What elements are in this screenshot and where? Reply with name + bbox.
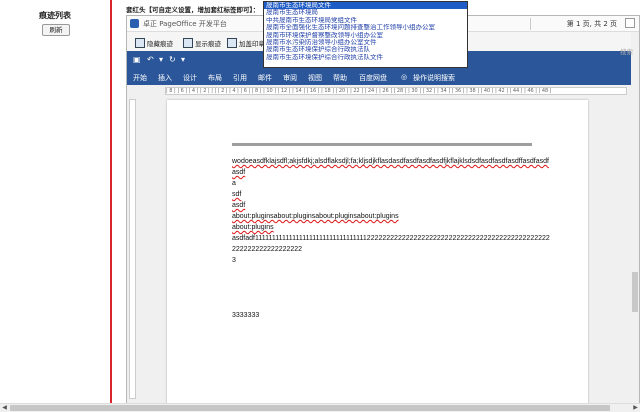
- doc-text: wodoeasdfklajsdfl;akjsfdkj;alsdflaksdjl;…: [232, 158, 549, 176]
- template-option[interactable]: 晟南市生态环境保护综合行政执法队文件: [264, 54, 467, 61]
- tab-layout[interactable]: 布局: [208, 73, 222, 83]
- refresh-button[interactable]: 刷新: [42, 24, 70, 36]
- tab-baidu-netdisk[interactable]: 百度网盘: [359, 73, 387, 83]
- template-option[interactable]: 晟南市环境保护督察整改领导小组办公室: [264, 32, 467, 39]
- doc-paragraph: a: [232, 180, 236, 187]
- seal-icon: [227, 38, 237, 48]
- vertical-ruler: [127, 97, 137, 403]
- horizontal-scrollbar[interactable]: ◀ ▶: [0, 403, 640, 412]
- divider: [530, 18, 531, 30]
- template-option[interactable]: 晟南市生态环境局: [264, 9, 467, 16]
- document-page[interactable]: wodoeasdfklajsdfl;akjsfdkj;alsdflaksdjl;…: [167, 100, 588, 403]
- template-option[interactable]: 晟南市全面强化生态环境问题排查整治工作领导小组办公室: [264, 24, 467, 31]
- doc-paragraph: asdf: [232, 202, 246, 209]
- doc-paragraph: asdfadf111111111111111111111111111111111…: [232, 235, 550, 253]
- template-option[interactable]: 中共晟南市生态环境局党组文件: [264, 17, 467, 24]
- ribbon-tabs: 开始 插入 设计 布局 引用 邮件 审阅 视图 帮助 百度网盘 ◎ 操作说明搜索: [127, 69, 639, 85]
- ruler-scale-vertical: [129, 99, 136, 399]
- tab-view[interactable]: 视图: [308, 73, 322, 83]
- tab-review[interactable]: 审阅: [283, 73, 297, 83]
- scrollbar-thumb[interactable]: [632, 272, 638, 312]
- red-header-template-select[interactable]: 晟南市生态环境局文件 晟南市生态环境局 中共晟南市生态环境局党组文件 晟南市全面…: [263, 1, 468, 68]
- undo-icon[interactable]: ↶: [147, 56, 154, 64]
- document-body[interactable]: wodoeasdfklajsdfl;akjsfdkj;alsdflaksdjl;…: [232, 156, 550, 321]
- fullscreen-icon[interactable]: [625, 18, 635, 28]
- template-option[interactable]: 晟南市生态环境局文件: [264, 2, 467, 10]
- ruler-scale: | 8 | | 6 | | 4 | | 2 | | | | 2 | | 4 | …: [165, 87, 627, 95]
- pageoffice-viewer: 卓正 PageOffice 开发平台 第 1 页, 共 2 页 隐藏痕迹 显示痕…: [126, 15, 640, 404]
- redo-icon[interactable]: ↻: [169, 56, 176, 64]
- scrollbar-thumb[interactable]: [10, 405, 610, 411]
- revision-list-title: 痕迹列表: [39, 11, 71, 20]
- tab-home[interactable]: 开始: [133, 73, 147, 83]
- doc-paragraph: 3: [232, 257, 236, 264]
- add-seal-button[interactable]: 加盖印章: [227, 35, 265, 51]
- doc-paragraph: about:pluginsabout:pluginsabout:pluginsa…: [232, 213, 399, 220]
- hide-marks-icon: [135, 38, 145, 48]
- tell-me-search[interactable]: 操作说明搜索: [413, 73, 455, 83]
- doc-paragraph: sdf: [232, 191, 242, 198]
- app-title: 卓正 PageOffice 开发平台: [143, 20, 227, 28]
- scroll-left-icon[interactable]: ◀: [0, 404, 9, 412]
- pageoffice-logo-icon: [130, 19, 139, 28]
- template-option[interactable]: 晟南市水污染防治领导小组办公室文件: [264, 39, 467, 46]
- hide-marks-button[interactable]: 隐藏痕迹: [135, 35, 173, 51]
- tab-help[interactable]: 帮助: [333, 73, 347, 83]
- tab-references[interactable]: 引用: [233, 73, 247, 83]
- hide-marks-label: 隐藏痕迹: [147, 40, 173, 48]
- add-seal-label: 加盖印章: [239, 40, 265, 48]
- horizontal-ruler: | 8 | | 6 | | 4 | | 2 | | | | 2 | | 4 | …: [127, 85, 639, 97]
- chevron-down-icon[interactable]: ▾: [159, 56, 163, 64]
- customize-icon[interactable]: ▾: [181, 56, 185, 64]
- lightbulb-icon: ◎: [401, 73, 408, 81]
- scroll-right-icon[interactable]: ▶: [631, 404, 640, 412]
- save-icon[interactable]: ▣: [133, 56, 141, 64]
- red-header-label: 套红头【可自定义设置，增加套红标签即可】：: [126, 6, 260, 14]
- app-root: 痕迹列表 刷新 套红头【可自定义设置，增加套红标签即可】： 晟南市生态环境局文件…: [0, 0, 640, 412]
- doc-paragraph: about:plugins: [232, 224, 274, 231]
- page-info: 第 1 页, 共 2 页: [566, 20, 617, 28]
- doc-paragraph: wodoeasdfklajsdfl;akjsfdkj;alsdflaksdjl;…: [232, 156, 550, 178]
- tab-design[interactable]: 设计: [183, 73, 197, 83]
- show-marks-button[interactable]: 显示痕迹: [183, 35, 221, 51]
- doc-paragraph: 3333333: [232, 312, 260, 319]
- tab-mailings[interactable]: 邮件: [258, 73, 272, 83]
- show-marks-icon: [183, 38, 193, 48]
- revision-list-panel: 痕迹列表 刷新: [0, 0, 112, 404]
- show-marks-label: 显示痕迹: [195, 40, 221, 48]
- tab-insert[interactable]: 插入: [158, 73, 172, 83]
- red-header-rule: [232, 143, 532, 146]
- search-label[interactable]: 搜索: [620, 46, 633, 56]
- vertical-scrollbar[interactable]: [631, 32, 639, 403]
- template-option[interactable]: 晟南市生态环境保护综合行政执法队: [264, 46, 467, 53]
